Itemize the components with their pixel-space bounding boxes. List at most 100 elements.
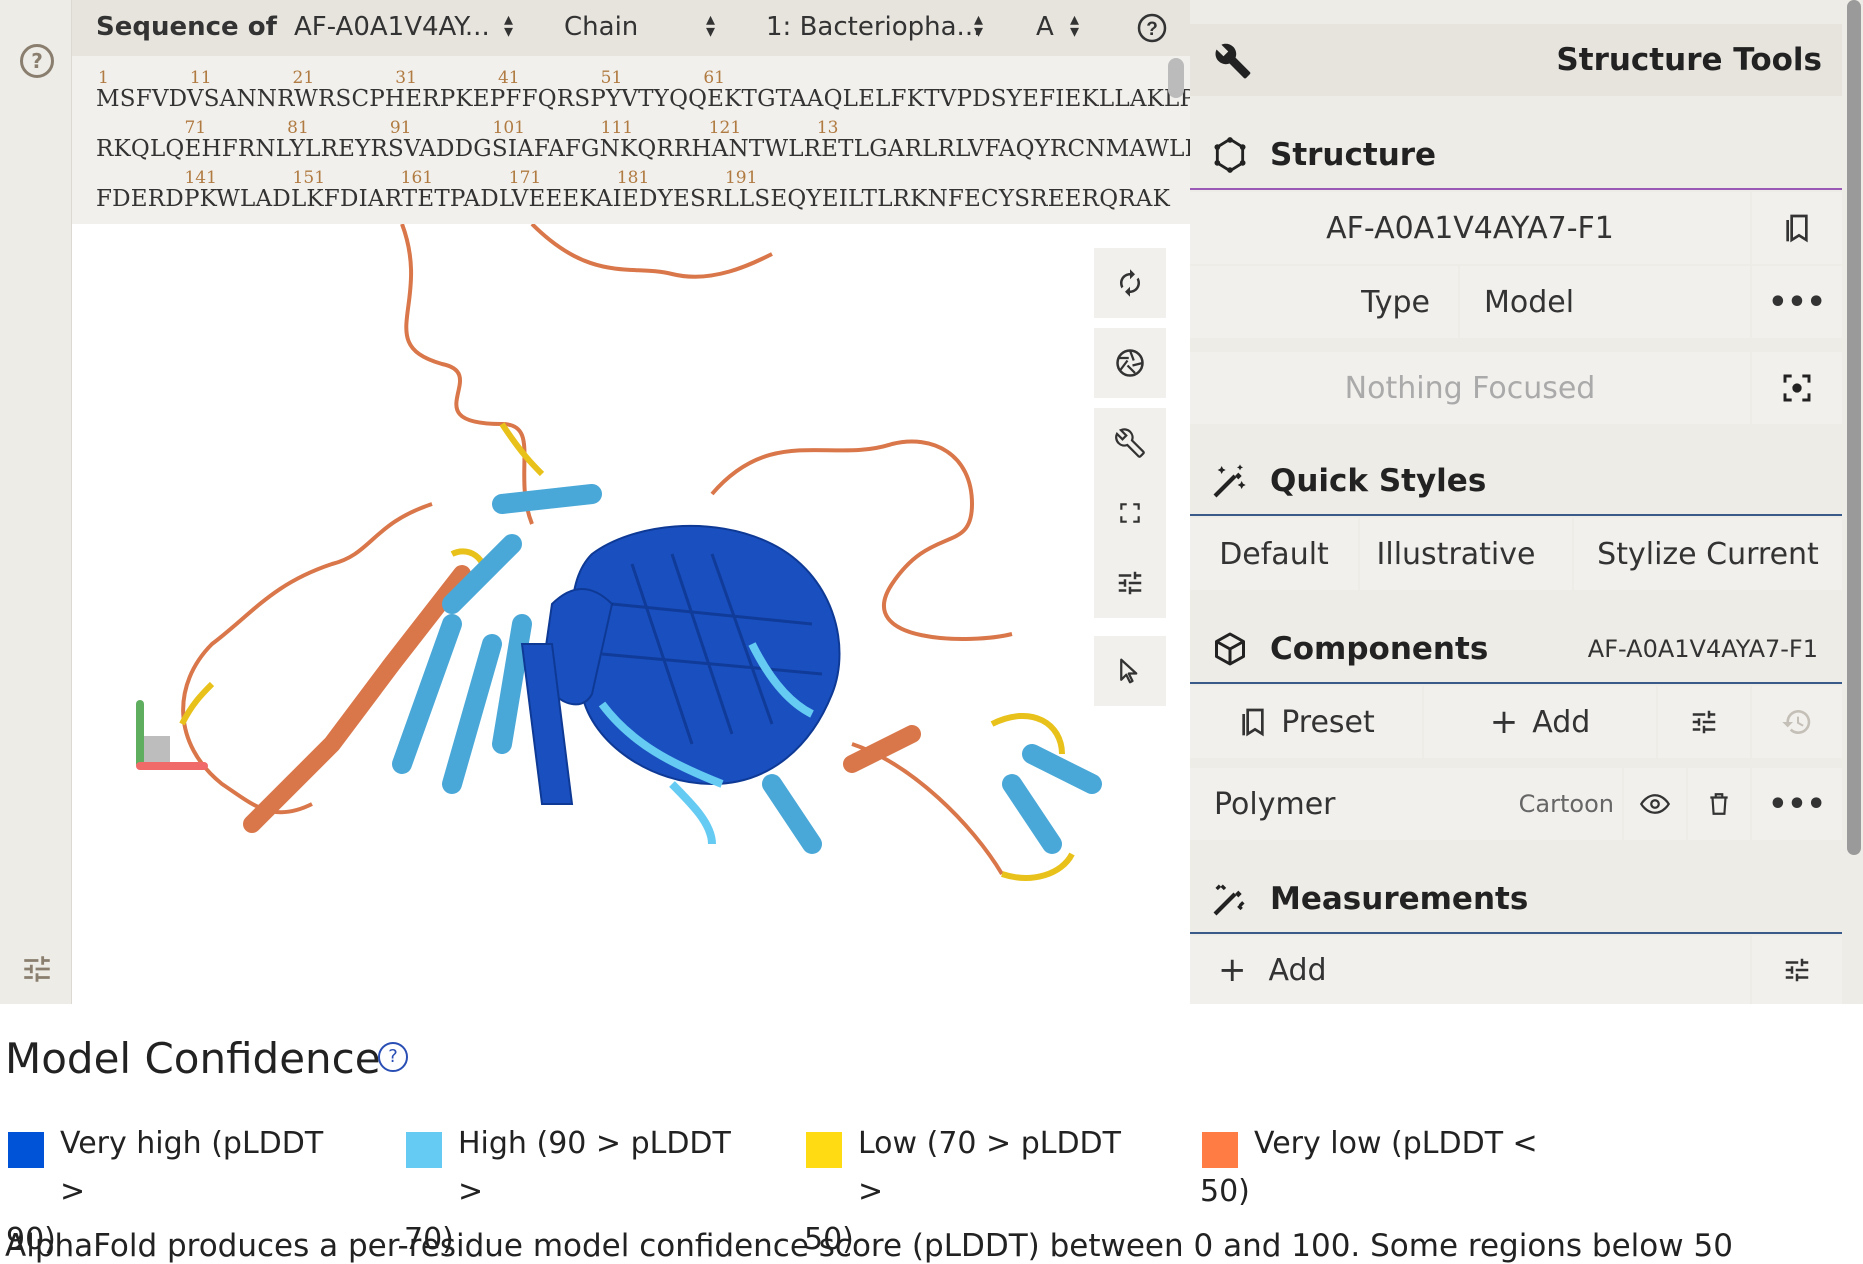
magic-wand-icon [1213, 464, 1246, 498]
legend-very-low: Very low (pLDDT < 50) [1200, 1120, 1540, 1216]
measurements-row: + Add [1190, 936, 1842, 1004]
structure-tools-panel: Structure Tools Structure AF-A0A1V4AYA7-… [1190, 0, 1842, 1004]
model-confidence-help-icon[interactable]: ? [378, 1042, 408, 1072]
reset-camera-button[interactable] [1094, 248, 1166, 318]
panel-title: Structure Tools [1556, 42, 1822, 78]
chain-select[interactable]: 1: Bacteriopha... [766, 12, 981, 42]
legend-label-line1: High (90 > pLDDT > [458, 1126, 731, 1209]
legend-label-line1: Very low (pLDDT < [1254, 1126, 1538, 1161]
type-value[interactable]: Model [1484, 266, 1724, 338]
plus-icon: + [1218, 950, 1247, 990]
sequence-line[interactable]: MSFVDVSANNRWRSCPHERPKEPFFQRSPYVTYQQEKTGT… [96, 86, 1190, 112]
legend-label-line1: Low (70 > pLDDT > [858, 1126, 1121, 1209]
quick-styles-underline [1190, 514, 1842, 516]
polymer-row: Polymer Cartoon ••• [1190, 768, 1842, 840]
wrench-icon [1215, 43, 1251, 79]
screenshot-button[interactable] [1094, 328, 1166, 398]
sequence-help-icon[interactable]: ? [1136, 12, 1168, 44]
settings-button[interactable] [1094, 548, 1166, 618]
focus-row: Nothing Focused [1190, 352, 1842, 424]
bookmarks-icon [1242, 708, 1264, 737]
add-component-label: Add [1532, 704, 1591, 740]
eye-icon [1639, 794, 1671, 814]
components-section-header[interactable]: Components AF-A0A1V4AYA7-F1 [1190, 614, 1842, 684]
structure-section-header[interactable]: Structure [1190, 120, 1842, 190]
undo-history-button[interactable] [1752, 686, 1842, 758]
bookmark-button[interactable] [1752, 192, 1842, 264]
molstar-app: ? Sequence of AF-A0A1V4AY... ▴ ▾ Chain ▴ ▾… [0, 0, 1863, 1004]
components-entry: AF-A0A1V4AYA7-F1 [1587, 635, 1818, 663]
tune-icon [1692, 710, 1716, 734]
style-default-button[interactable]: Default [1190, 518, 1358, 590]
visibility-toggle[interactable] [1624, 768, 1686, 840]
autorenew-icon [1120, 269, 1140, 297]
residue-numbers: 141 151 161 171 181 191 [98, 168, 758, 188]
preset-label: Preset [1281, 704, 1375, 740]
measurements-section-header[interactable]: Measurements [1190, 864, 1842, 934]
style-illustrative-button[interactable]: Illustrative [1360, 518, 1552, 590]
structure-row: AF-A0A1V4AYA7-F1 [1190, 192, 1842, 264]
wrench-icon [1115, 428, 1145, 458]
legend-swatch [406, 1132, 442, 1168]
confidence-description: AlphaFold produces a per-residue model c… [5, 1228, 1733, 1264]
add-component-button[interactable]: + Add [1424, 686, 1656, 758]
plus-icon: + [1489, 702, 1519, 742]
chain-select-arrows-icon[interactable]: ▴ ▾ [974, 11, 983, 41]
ruler-wand-icon [1213, 884, 1245, 916]
mode-select[interactable]: Chain [564, 12, 638, 42]
selection-mode-button[interactable] [1094, 636, 1166, 706]
sequence-of-label: Sequence of [96, 12, 277, 42]
quick-styles-section-header[interactable]: Quick Styles [1190, 446, 1842, 516]
legend-swatch [8, 1132, 44, 1168]
sequence-view[interactable]: 1 11 21 31 41 51 61 MSFVDVSANNRWRSCPHERP… [72, 56, 1190, 224]
components-underline [1190, 682, 1842, 684]
expand-button[interactable] [1094, 478, 1166, 548]
more-options-icon[interactable]: ••• [1752, 768, 1842, 840]
measurement-options-button[interactable] [1752, 936, 1842, 1004]
chain-id-select-arrows-icon[interactable]: ▴ ▾ [1070, 11, 1079, 41]
structure-viewer-canvas[interactable] [72, 222, 1190, 1004]
polymer-label[interactable]: Polymer [1214, 768, 1454, 840]
measurements-title: Measurements [1270, 881, 1529, 917]
sequence-scrollbar[interactable] [1168, 58, 1184, 98]
entry-select[interactable]: AF-A0A1V4AY... [294, 12, 490, 42]
chain-id-select[interactable]: A [1036, 12, 1054, 42]
history-icon [1782, 710, 1811, 734]
component-options-button[interactable] [1658, 686, 1750, 758]
panel-scrollbar[interactable] [1845, 0, 1863, 860]
bookmarks-icon [1786, 214, 1808, 243]
pointer-icon [1120, 658, 1138, 684]
center-focus-icon [1783, 374, 1811, 402]
more-options-icon[interactable]: ••• [1752, 266, 1842, 338]
left-rail: ? [0, 0, 72, 1004]
measurements-underline [1190, 932, 1842, 934]
preset-button[interactable]: Preset [1190, 686, 1422, 758]
camera-shutter-icon [1116, 349, 1144, 377]
settings-sliders-icon[interactable] [20, 952, 54, 986]
representation-label[interactable]: Cartoon [1440, 768, 1614, 840]
molecule-icon [1214, 137, 1246, 173]
structure-name[interactable]: AF-A0A1V4AYA7-F1 [1190, 192, 1750, 264]
focus-button[interactable] [1752, 352, 1842, 424]
cube-icon [1215, 632, 1245, 666]
focus-status: Nothing Focused [1344, 370, 1596, 406]
structure-section-title: Structure [1270, 137, 1437, 173]
entry-select-arrows-icon[interactable]: ▴ ▾ [504, 11, 513, 41]
components-title: Components [1270, 631, 1489, 667]
controls-toggle-button[interactable] [1094, 408, 1166, 478]
delete-component-button[interactable] [1688, 768, 1750, 840]
protein-cartoon-render [136, 222, 1102, 881]
legend-swatch [1202, 1132, 1238, 1168]
components-actions-row: Preset + Add [1190, 686, 1842, 758]
sequence-line[interactable]: FDERDPKWLADLKFDIARTETPADLVEEEKAIEDYESRLL… [96, 186, 1170, 212]
mode-select-arrows-icon[interactable]: ▴ ▾ [706, 11, 715, 41]
model-confidence-title: Model Confidence [5, 1034, 381, 1083]
sequence-toolbar: Sequence of AF-A0A1V4AY... ▴ ▾ Chain ▴ ▾ 1… [72, 0, 1190, 56]
style-stylize-current-button[interactable]: Stylize Current [1574, 518, 1842, 590]
help-icon[interactable]: ? [20, 44, 54, 78]
type-row: Type Model ••• [1190, 266, 1842, 338]
type-label: Type [1361, 284, 1430, 320]
add-measurement-button[interactable]: + Add [1218, 936, 1518, 1004]
sequence-line[interactable]: RKQLQEHFRNLYLREYRSVADDGSIAFAFGNKQRRHANTW… [96, 136, 1190, 162]
legend-label-line1: Very high (pLDDT > [60, 1126, 324, 1209]
